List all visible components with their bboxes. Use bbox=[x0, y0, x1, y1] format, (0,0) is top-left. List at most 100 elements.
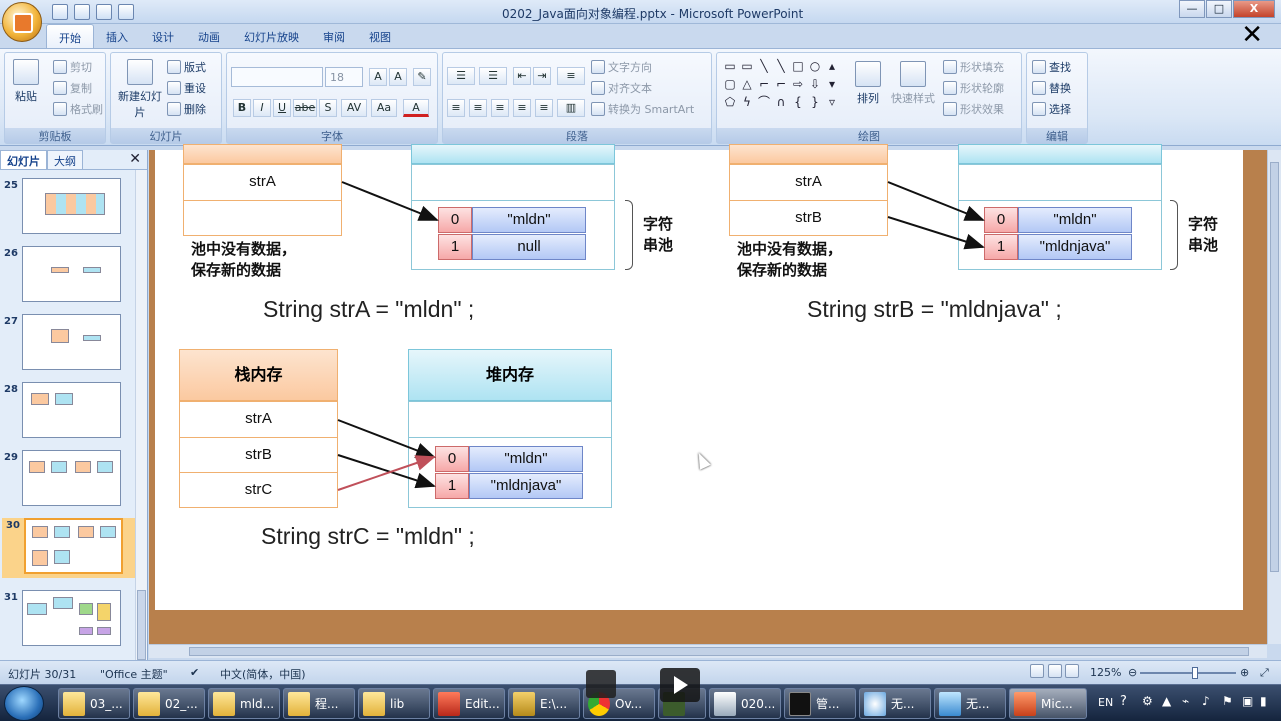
gallery-up-icon[interactable]: ▴ bbox=[825, 59, 839, 73]
arrange-button[interactable]: 排列 bbox=[855, 61, 881, 106]
gallery-more-icon[interactable]: ▿ bbox=[825, 95, 839, 109]
brace-right-shape-icon[interactable]: } bbox=[808, 95, 822, 109]
close-panel-icon[interactable]: ✕ bbox=[129, 151, 141, 167]
distribute-button[interactable]: ≡ bbox=[535, 99, 553, 117]
shape-outline-button[interactable]: 形状轮廓 bbox=[943, 80, 1004, 96]
customize-qat-icon[interactable] bbox=[118, 4, 134, 20]
undo-icon[interactable] bbox=[74, 4, 90, 20]
elbow2-shape-icon[interactable]: ⌐ bbox=[774, 77, 788, 91]
slide-thumb-25[interactable]: 25 bbox=[0, 178, 136, 238]
triangle-shape-icon[interactable]: △ bbox=[740, 77, 754, 91]
arrow-right-shape-icon[interactable]: ⇨ bbox=[791, 77, 805, 91]
replace-button[interactable]: 替换 bbox=[1032, 80, 1071, 96]
bold-button[interactable]: B bbox=[233, 99, 251, 117]
new-slide-button[interactable]: 新建幻灯片 bbox=[117, 59, 163, 120]
oval-shape-icon[interactable]: ○ bbox=[808, 59, 822, 73]
arrow-down-shape-icon[interactable]: ⇩ bbox=[808, 77, 822, 91]
shapes-gallery[interactable]: ▭ ▭ ╲ ╲ □ ○ ▴ ▢ △ ⌐ ⌐ ⇨ ⇩ ▾ ⬠ ϟ ⌒ ∩{} ▿ bbox=[723, 59, 857, 109]
slide-thumb-30[interactable]: 30 bbox=[2, 518, 138, 578]
clear-format-button[interactable]: ✎ bbox=[413, 68, 431, 86]
flag-icon[interactable]: ⚑ bbox=[1222, 694, 1233, 708]
language-indicator[interactable]: 中文(简体，中国) bbox=[220, 666, 306, 682]
tab-view[interactable]: 视图 bbox=[357, 24, 403, 48]
quick-styles-button[interactable]: 快速样式 bbox=[891, 61, 935, 106]
tab-outline[interactable]: 大纲 bbox=[47, 150, 83, 169]
tray-settings-icon[interactable]: ⚙ bbox=[1142, 694, 1153, 708]
slide-thumb-29[interactable]: 29 bbox=[0, 450, 136, 510]
help-icon[interactable]: ? bbox=[1120, 694, 1127, 709]
columns-button[interactable]: ▥ bbox=[557, 99, 585, 117]
underline-button[interactable]: U bbox=[273, 99, 291, 117]
arc-shape-icon[interactable]: ⌒ bbox=[757, 95, 771, 109]
taskbar-item[interactable]: 管... bbox=[784, 688, 856, 719]
horizontal-scrollbar[interactable] bbox=[149, 644, 1267, 658]
show-desktop-icon[interactable]: ▮ bbox=[1260, 694, 1267, 708]
close-document-icon[interactable]: ✕ bbox=[1241, 20, 1263, 50]
numbering-button[interactable]: ☰ bbox=[479, 67, 507, 85]
save-icon[interactable] bbox=[52, 4, 68, 20]
taskbar-item[interactable]: 03_... bbox=[58, 688, 130, 719]
slide-thumb-31[interactable]: 31 bbox=[0, 590, 136, 650]
play-icon[interactable] bbox=[660, 668, 700, 702]
shape-effects-button[interactable]: 形状效果 bbox=[943, 101, 1004, 117]
font-size-combo[interactable]: 18 bbox=[325, 67, 363, 87]
sorter-view-icon[interactable] bbox=[1047, 664, 1062, 678]
slide-canvas[interactable]: strA 0 "mldn" 1 null 字符 串池 池中没有数据， 保存新的数据 … bbox=[155, 144, 1243, 610]
select-button[interactable]: 选择 bbox=[1032, 101, 1071, 117]
lightning-shape-icon[interactable]: ϟ bbox=[740, 95, 754, 109]
panel-scrollbar[interactable] bbox=[135, 170, 147, 660]
start-button[interactable] bbox=[4, 686, 44, 721]
align-text-button[interactable]: 对齐文本 bbox=[591, 80, 652, 96]
tab-review[interactable]: 审阅 bbox=[311, 24, 357, 48]
roundrect-shape-icon[interactable]: ▢ bbox=[723, 77, 737, 91]
font-name-combo[interactable] bbox=[231, 67, 323, 87]
tab-insert[interactable]: 插入 bbox=[94, 24, 140, 48]
office-button[interactable] bbox=[2, 2, 42, 42]
tab-design[interactable]: 设计 bbox=[140, 24, 186, 48]
italic-button[interactable]: I bbox=[253, 99, 271, 117]
brace-left-shape-icon[interactable]: { bbox=[791, 95, 805, 109]
close-button[interactable]: X bbox=[1233, 0, 1275, 18]
justify-button[interactable]: ≡ bbox=[513, 99, 531, 117]
taskbar-item[interactable]: 02_... bbox=[133, 688, 205, 719]
align-center-button[interactable]: ≡ bbox=[469, 99, 487, 117]
taskbar-item[interactable]: 程... bbox=[283, 688, 355, 719]
monitor-icon[interactable]: ▣ bbox=[1242, 694, 1253, 708]
volume-icon[interactable]: ♪ bbox=[1202, 694, 1210, 708]
zoom-slider-knob[interactable] bbox=[1192, 667, 1198, 679]
format-painter-button[interactable]: 格式刷 bbox=[53, 101, 103, 117]
gallery-down-icon[interactable]: ▾ bbox=[825, 77, 839, 91]
taskbar-item[interactable]: mld... bbox=[208, 688, 280, 719]
line-shape-icon[interactable]: ╲ bbox=[757, 59, 771, 73]
slide-thumb-28[interactable]: 28 bbox=[0, 382, 136, 442]
taskbar-item[interactable]: Edit... bbox=[433, 688, 505, 719]
textbox-shape-icon[interactable]: ▭ bbox=[723, 59, 737, 73]
change-case-button[interactable]: Aa bbox=[371, 99, 397, 117]
shrink-font-button[interactable]: A bbox=[389, 68, 407, 86]
smartart-button[interactable]: 转换为 SmartArt bbox=[591, 101, 694, 117]
spellcheck-icon[interactable]: ✔ bbox=[190, 666, 199, 679]
curve-shape-icon[interactable]: ∩ bbox=[774, 95, 788, 109]
taskbar-item[interactable]: 无... bbox=[934, 688, 1006, 719]
tray-arrow-icon[interactable]: ▲ bbox=[1162, 694, 1171, 708]
vertical-scrollbar[interactable] bbox=[1267, 150, 1281, 644]
slideshow-view-icon[interactable] bbox=[1065, 664, 1079, 678]
taskbar-item[interactable]: 无... bbox=[859, 688, 931, 719]
vtextbox-shape-icon[interactable]: ▭ bbox=[740, 59, 754, 73]
shape-fill-button[interactable]: 形状填充 bbox=[943, 59, 1004, 75]
strikethrough-button[interactable]: abe bbox=[293, 99, 317, 117]
reset-button[interactable]: 重设 bbox=[167, 80, 206, 96]
taskbar-item-powerpoint[interactable]: Mic... bbox=[1009, 688, 1087, 719]
horizontal-scroll-thumb[interactable] bbox=[189, 647, 1249, 656]
taskbar-item[interactable]: 020... bbox=[709, 688, 781, 719]
cut-button[interactable]: 剪切 bbox=[53, 59, 92, 75]
pentagon-shape-icon[interactable]: ⬠ bbox=[723, 95, 737, 109]
align-right-button[interactable]: ≡ bbox=[491, 99, 509, 117]
tab-slideshow[interactable]: 幻灯片放映 bbox=[232, 24, 311, 48]
slide-thumb-27[interactable]: 27 bbox=[0, 314, 136, 374]
increase-indent-button[interactable]: ⇥ bbox=[533, 67, 551, 85]
font-color-button[interactable]: A bbox=[403, 99, 429, 117]
zoom-level[interactable]: 125% bbox=[1090, 666, 1121, 679]
grow-font-button[interactable]: A bbox=[369, 68, 387, 86]
panel-scroll-thumb[interactable] bbox=[137, 590, 146, 660]
